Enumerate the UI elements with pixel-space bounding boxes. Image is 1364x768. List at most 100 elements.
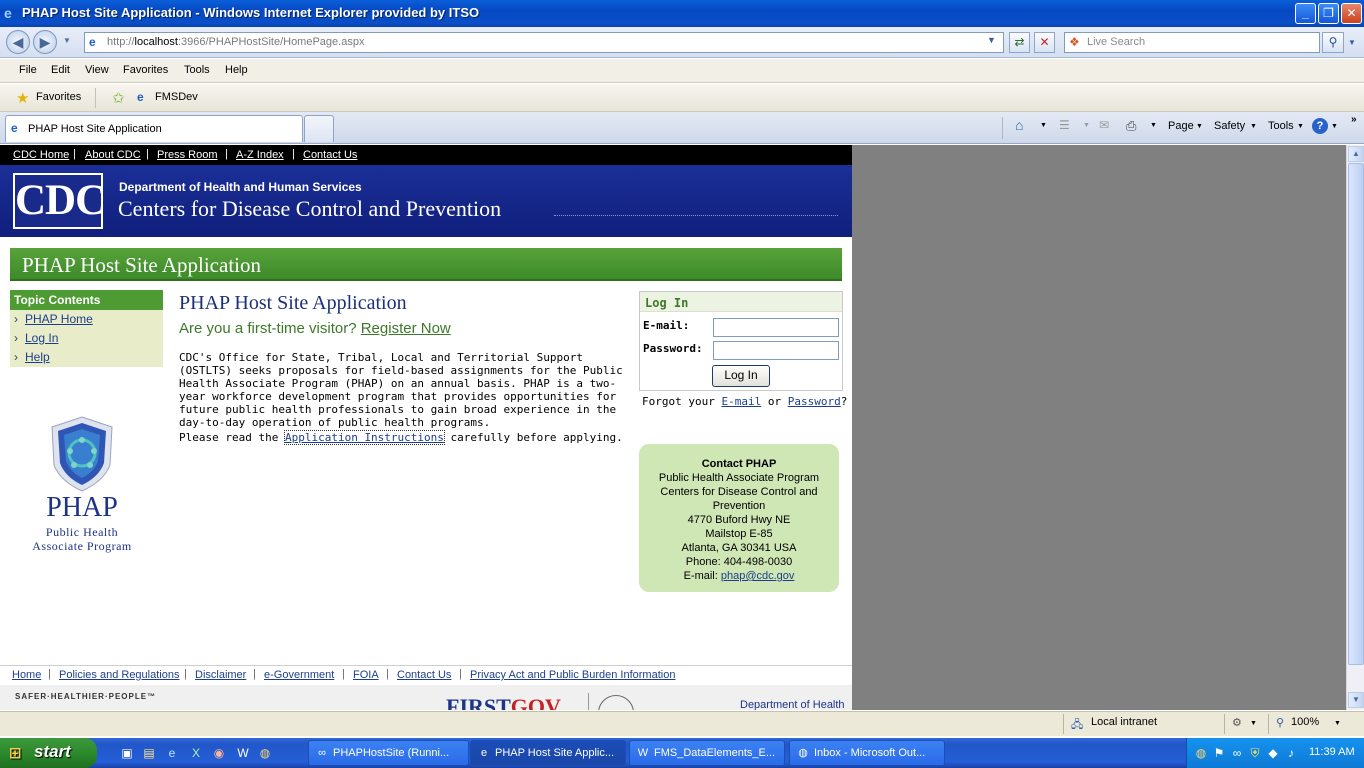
tab-phap[interactable]: e PHAP Host Site Application <box>5 115 303 142</box>
tray-shield-icon[interactable]: ⛨ <box>1247 745 1263 761</box>
forgot-password-link[interactable]: Password <box>788 395 841 408</box>
outlook-icon[interactable]: ◍ <box>257 745 273 761</box>
address-input[interactable]: e http://localhost:3966/PHAPHostSite/Hom… <box>84 32 1004 53</box>
scroll-thumb[interactable] <box>1348 163 1364 665</box>
search-input[interactable]: ❖ Live Search <box>1064 32 1320 53</box>
vertical-scrollbar[interactable]: ▲ ▼ <box>1346 145 1364 710</box>
tools-dropdown-icon[interactable]: ▼ <box>1297 123 1304 130</box>
access-icon[interactable]: ◉ <box>211 745 227 761</box>
home-dropdown-icon[interactable]: ▼ <box>1040 122 1047 129</box>
zoom-level[interactable]: 100% <box>1291 716 1319 728</box>
page-dropdown-icon[interactable]: ▼ <box>1196 123 1203 130</box>
footer-policies-link[interactable]: Policies and Regulations <box>59 669 179 681</box>
close-button[interactable]: ✕ <box>1341 3 1362 24</box>
nav-cdc-home[interactable]: CDC Home <box>13 149 69 161</box>
mail-icon[interactable]: ✉ <box>1099 118 1109 132</box>
menu-favorites[interactable]: Favorites <box>123 64 168 76</box>
tray-outlook-icon[interactable]: ◍ <box>1193 745 1209 761</box>
footer-home-link[interactable]: Home <box>12 669 41 681</box>
tools-menu[interactable]: Tools <box>1268 120 1294 132</box>
log-in-button[interactable]: Log In <box>712 365 770 387</box>
password-field[interactable] <box>713 341 839 360</box>
word-icon[interactable]: W <box>235 745 251 761</box>
back-button[interactable]: ◀ <box>6 30 30 54</box>
firstgov-logo[interactable]: FIRSTGOV <box>446 693 581 710</box>
task-phap-host-site-app[interactable]: e PHAP Host Site Applic... <box>470 740 626 766</box>
task-inbox-outlook[interactable]: ◍ Inbox - Microsoft Out... <box>789 740 945 766</box>
stop-button[interactable]: ✕ <box>1034 32 1055 53</box>
menu-help[interactable]: Help <box>225 64 248 76</box>
search-options-icon[interactable]: ▼ <box>1348 38 1356 47</box>
refresh-button[interactable]: ⇄ <box>1009 32 1030 53</box>
forgot-email-link[interactable]: E-mail <box>721 395 761 408</box>
sidebar-item-label[interactable]: Help <box>25 350 50 364</box>
excel-icon[interactable]: X <box>188 745 204 761</box>
address-dropdown-icon[interactable]: ▼ <box>987 35 996 45</box>
zoom-dropdown-icon[interactable]: ▼ <box>1334 720 1341 727</box>
tray-app-icon[interactable]: ◆ <box>1265 745 1281 761</box>
footer-privacy-link[interactable]: Privacy Act and Public Burden Informatio… <box>470 669 675 681</box>
sidebar-item-help[interactable]: › Help <box>10 348 163 367</box>
page-menu[interactable]: Page <box>1168 120 1194 132</box>
nav-contact-us[interactable]: Contact Us <box>303 149 357 161</box>
minimize-button[interactable]: _ <box>1295 3 1316 24</box>
help-dropdown-icon[interactable]: ▼ <box>1331 123 1338 130</box>
window-title-bar[interactable]: e PHAP Host Site Application - Windows I… <box>0 0 1364 27</box>
contact-email-link[interactable]: phap@cdc.gov <box>721 570 795 582</box>
footer-disclaimer-link[interactable]: Disclaimer <box>195 669 246 681</box>
maximize-button[interactable]: ❐ <box>1318 3 1339 24</box>
help-icon[interactable]: ? <box>1312 118 1328 134</box>
add-favorite-icon[interactable]: ✩ <box>112 89 125 107</box>
safety-menu[interactable]: Safety <box>1214 120 1245 132</box>
nav-a-z-index[interactable]: A-Z Index <box>236 149 284 161</box>
footer-foia-link[interactable]: FOIA <box>353 669 379 681</box>
footer-bottom: SAFER·HEALTHIER·PEOPLE™ FIRSTGOV Departm… <box>0 685 852 710</box>
scroll-up-button[interactable]: ▲ <box>1348 146 1364 162</box>
feeds-dropdown-icon[interactable]: ▼ <box>1083 122 1090 129</box>
cdc-logo[interactable]: CDC <box>13 173 106 229</box>
menu-edit[interactable]: Edit <box>51 64 70 76</box>
scroll-down-button[interactable]: ▼ <box>1348 692 1364 708</box>
favorites-button[interactable]: Favorites <box>36 91 81 103</box>
menu-file[interactable]: File <box>19 64 37 76</box>
menu-view[interactable]: View <box>85 64 109 76</box>
home-icon[interactable]: ⌂ <box>1015 117 1023 133</box>
desktop-icon[interactable]: ▣ <box>119 745 135 761</box>
nav-press-room[interactable]: Press Room <box>157 149 218 161</box>
department-name: Department of Health and Human Services <box>119 180 362 194</box>
start-button[interactable]: ⊞ start <box>0 738 97 768</box>
tray-volume-icon[interactable]: ♪ <box>1283 745 1299 761</box>
fav-link-fmsdev[interactable]: FMSDev <box>155 91 198 103</box>
print-icon[interactable]: ⎙ <box>1126 118 1136 134</box>
footer-egovernment-link[interactable]: e-Government <box>264 669 334 681</box>
forward-button[interactable]: ▶ <box>33 30 57 54</box>
chevron-right-icon[interactable]: » <box>1351 114 1357 125</box>
email-field[interactable] <box>713 318 839 337</box>
protected-mode-icon[interactable]: ⚙ <box>1232 716 1242 729</box>
register-now-link[interactable]: Register Now <box>361 320 451 337</box>
application-instructions-link[interactable]: Application Instructions <box>283 430 445 445</box>
print-dropdown-icon[interactable]: ▼ <box>1150 122 1157 129</box>
tray-vs-icon[interactable]: ∞ <box>1229 745 1245 761</box>
feeds-icon[interactable]: ☰ <box>1059 118 1070 132</box>
menu-tools[interactable]: Tools <box>184 64 210 76</box>
history-dropdown-icon[interactable]: ▼ <box>63 36 71 45</box>
footer-department[interactable]: Department of Health <box>740 699 845 710</box>
tray-network-icon[interactable]: ⚑ <box>1211 745 1227 761</box>
new-tab-button[interactable] <box>304 115 334 142</box>
explorer-icon[interactable]: ▤ <box>141 745 157 761</box>
phap-logo: PHAP Public Health Associate Program <box>20 415 144 555</box>
protected-dropdown-icon[interactable]: ▼ <box>1250 720 1257 727</box>
task-fms-dataelements[interactable]: W FMS_DataElements_E... <box>629 740 785 766</box>
sidebar-item-label[interactable]: PHAP Home <box>25 312 93 326</box>
safety-dropdown-icon[interactable]: ▼ <box>1250 123 1257 130</box>
sidebar-item-label[interactable]: Log In <box>25 331 58 345</box>
sidebar-item-phap-home[interactable]: › PHAP Home <box>10 310 163 329</box>
footer-contact-link[interactable]: Contact Us <box>397 669 451 681</box>
nav-about-cdc[interactable]: About CDC <box>85 149 141 161</box>
sidebar-item-log-in[interactable]: › Log In <box>10 329 163 348</box>
zoom-icon[interactable]: ⚲ <box>1276 716 1284 729</box>
search-icon[interactable]: ⚲ <box>1322 32 1344 53</box>
task-phaphostsite[interactable]: ∞ PHAPHostSite (Runni... <box>308 740 469 766</box>
ie-icon[interactable]: e <box>164 745 180 761</box>
